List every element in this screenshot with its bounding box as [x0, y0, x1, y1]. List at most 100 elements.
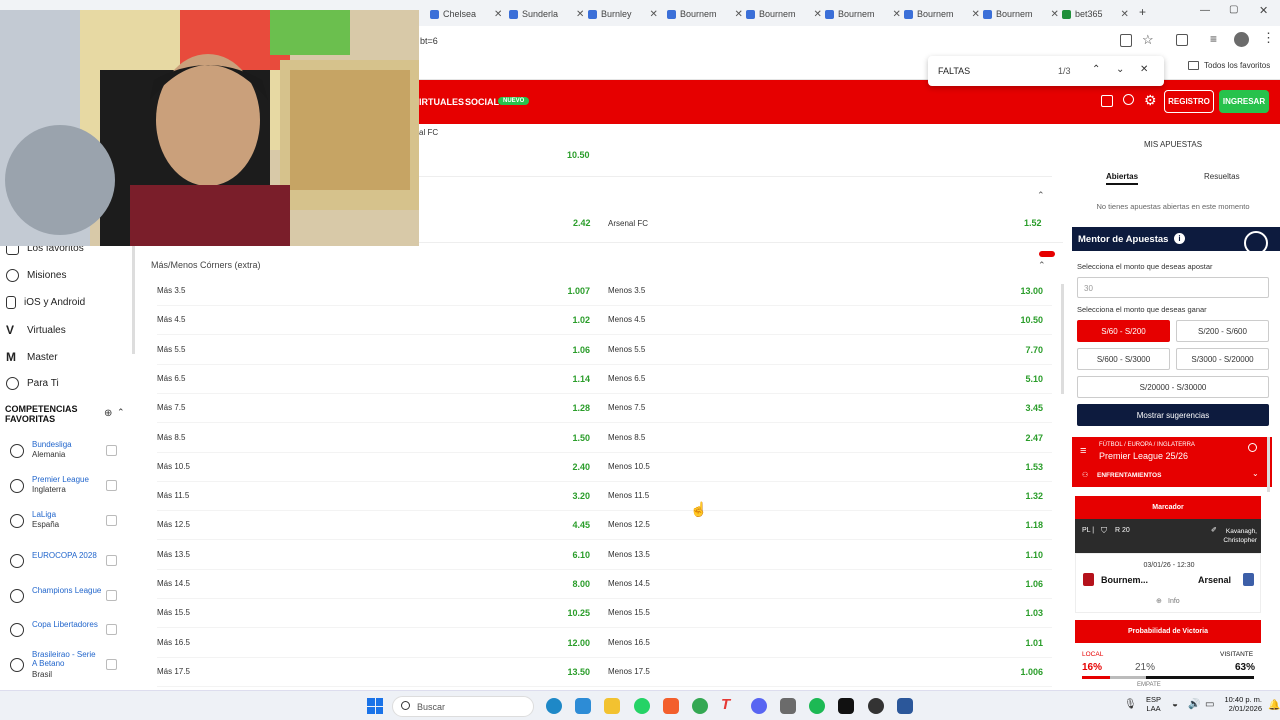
- match-card[interactable]: 03/01/26 - 12:30 Bournem... Arsenal ⊕ In…: [1075, 553, 1261, 613]
- competition-checkbox[interactable]: [106, 659, 117, 670]
- odd-cell[interactable]: 2.42: [573, 218, 591, 228]
- over-odd[interactable]: 12.00: [567, 638, 590, 648]
- range-button[interactable]: S/20000 - S/30000: [1077, 376, 1269, 398]
- search-icon[interactable]: [1123, 94, 1134, 105]
- info-icon[interactable]: ⊕: [1156, 597, 1162, 605]
- all-bookmarks-link[interactable]: Todos los favoritos: [1204, 61, 1270, 70]
- over-odd[interactable]: 1.14: [572, 374, 590, 384]
- over-odd[interactable]: 1.06: [572, 345, 590, 355]
- browser-tab[interactable]: Bournem ✕: [825, 6, 901, 22]
- over-odd[interactable]: 13.50: [567, 667, 590, 677]
- over-odd[interactable]: 10.25: [567, 608, 590, 618]
- tab-resueltas[interactable]: Resueltas: [1204, 172, 1240, 181]
- registro-button[interactable]: REGISTRO: [1164, 90, 1214, 113]
- sidebar-item-misiones[interactable]: Misiones: [6, 269, 66, 282]
- collapse-chevron-icon[interactable]: ⌃: [1037, 190, 1045, 201]
- under-odd[interactable]: 13.00: [1020, 286, 1043, 296]
- range-button[interactable]: S/200 - S/600: [1176, 320, 1269, 342]
- sidebar-item-para-ti[interactable]: Para Ti: [6, 377, 59, 390]
- windows-start-icon[interactable]: [367, 698, 383, 714]
- show-suggestions-button[interactable]: Mostrar sugerencias: [1077, 404, 1269, 426]
- under-odd[interactable]: 3.45: [1025, 403, 1043, 413]
- range-button[interactable]: S/600 - S/3000: [1077, 348, 1170, 370]
- under-odd[interactable]: 1.06: [1025, 579, 1043, 589]
- close-icon[interactable]: ✕: [576, 9, 584, 20]
- collapse-icon[interactable]: ⌃: [117, 407, 125, 418]
- over-odd[interactable]: 1.02: [572, 315, 590, 325]
- competition-checkbox[interactable]: [106, 624, 117, 635]
- over-odd[interactable]: 1.007: [567, 286, 590, 296]
- hamburger-icon[interactable]: ≡: [1080, 445, 1086, 457]
- under-odd[interactable]: 1.03: [1025, 608, 1043, 618]
- competition-item[interactable]: Champions League: [10, 585, 120, 615]
- info-link[interactable]: Info: [1168, 598, 1180, 605]
- close-icon[interactable]: ✕: [735, 9, 743, 20]
- competition-checkbox[interactable]: [106, 555, 117, 566]
- ingresar-button[interactable]: INGRESAR: [1219, 90, 1269, 113]
- close-icon[interactable]: ✕: [650, 9, 658, 20]
- sidebar-item-master[interactable]: M Master: [6, 350, 58, 364]
- typora-icon[interactable]: T: [721, 696, 730, 713]
- under-odd[interactable]: 7.70: [1025, 345, 1043, 355]
- find-input[interactable]: FALTAS: [938, 66, 970, 76]
- profile-avatar[interactable]: [1234, 32, 1249, 47]
- sidebar-item-virtuales[interactable]: V Virtuales: [6, 323, 66, 337]
- language-indicator[interactable]: ESP LAA: [1146, 695, 1161, 713]
- app-icon[interactable]: [868, 698, 884, 714]
- add-competition-icon[interactable]: ⊕: [104, 408, 112, 419]
- amount-input[interactable]: 30: [1077, 277, 1269, 298]
- close-icon[interactable]: ✕: [814, 9, 822, 20]
- spotify-icon[interactable]: [809, 698, 825, 714]
- browser-tab[interactable]: bet365 ✕: [1062, 6, 1129, 22]
- range-button[interactable]: S/60 - S/200: [1077, 320, 1170, 342]
- tiktok-icon[interactable]: [838, 698, 854, 714]
- under-odd[interactable]: 5.10: [1025, 374, 1043, 384]
- find-close-icon[interactable]: ✕: [1140, 64, 1148, 75]
- extensions-icon[interactable]: [1176, 34, 1188, 46]
- volume-icon[interactable]: 🔊: [1188, 699, 1200, 710]
- find-next-icon[interactable]: ⌄: [1116, 64, 1124, 75]
- notification-icon[interactable]: 🔔: [1268, 700, 1280, 711]
- maximize-icon[interactable]: ▢: [1229, 4, 1238, 15]
- over-odd[interactable]: 2.40: [572, 462, 590, 472]
- main-scrollbar[interactable]: [1061, 284, 1064, 394]
- under-odd[interactable]: 10.50: [1020, 315, 1043, 325]
- discord-icon[interactable]: [751, 698, 767, 714]
- gear-icon[interactable]: ⚙: [1144, 92, 1157, 109]
- over-odd[interactable]: 4.45: [572, 520, 590, 530]
- browser-tab[interactable]: Bournem ✕: [983, 6, 1059, 22]
- breadcrumb[interactable]: FÚTBOL / EUROPA / INGLATERRA: [1099, 442, 1195, 448]
- close-icon[interactable]: ✕: [494, 9, 502, 20]
- gift-icon[interactable]: [1101, 95, 1113, 107]
- taskbar-search[interactable]: Buscar: [392, 696, 534, 717]
- clock[interactable]: 10:40 p. m. 2/01/2026: [1212, 695, 1262, 713]
- competition-checkbox[interactable]: [106, 445, 117, 456]
- under-odd[interactable]: 1.006: [1020, 667, 1043, 677]
- menu-kebab-icon[interactable]: ⋮: [1262, 30, 1275, 46]
- browser-tab[interactable]: Bournem ✕: [904, 6, 980, 22]
- reading-list-icon[interactable]: ≡: [1210, 32, 1217, 46]
- competition-item[interactable]: LaLiga España: [10, 510, 120, 540]
- browser-tab[interactable]: Bournem ✕: [746, 6, 822, 22]
- reader-icon[interactable]: [1120, 34, 1132, 47]
- find-prev-icon[interactable]: ⌃: [1092, 64, 1100, 75]
- competition-item[interactable]: Brasileirao - Serie A Betano Brasil: [10, 650, 120, 686]
- competition-item[interactable]: Copa Libertadores: [10, 619, 120, 649]
- odd-cell[interactable]: 1.52: [1024, 218, 1042, 228]
- app-icon[interactable]: [575, 698, 591, 714]
- browser-tab[interactable]: Sunderla ✕: [509, 6, 584, 22]
- under-odd[interactable]: 1.53: [1025, 462, 1043, 472]
- competition-checkbox[interactable]: [106, 480, 117, 491]
- edge-icon[interactable]: [546, 698, 562, 714]
- collapse-chevron-icon[interactable]: ⌃: [1038, 260, 1046, 271]
- over-odd[interactable]: 6.10: [572, 550, 590, 560]
- under-odd[interactable]: 1.10: [1025, 550, 1043, 560]
- competition-item[interactable]: EUROCOPA 2028: [10, 550, 120, 580]
- top-odd[interactable]: 10.50: [567, 150, 590, 160]
- browser-tab[interactable]: Bournem ✕: [667, 6, 743, 22]
- minimize-icon[interactable]: —: [1200, 5, 1210, 16]
- wifi-icon[interactable]: ◒: [1172, 699, 1178, 710]
- close-icon[interactable]: ✕: [1121, 9, 1129, 20]
- word-icon[interactable]: [897, 698, 913, 714]
- over-odd[interactable]: 1.50: [572, 433, 590, 443]
